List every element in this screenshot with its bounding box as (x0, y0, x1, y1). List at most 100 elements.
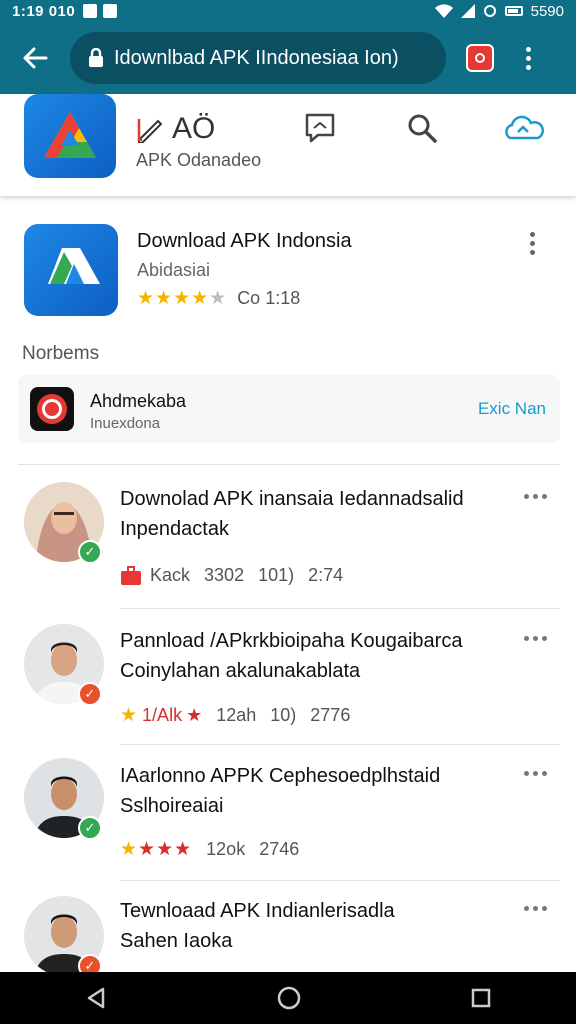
tool-label: AÖ (172, 112, 216, 145)
more-dot (524, 771, 529, 776)
sync-icon (483, 5, 496, 17)
app-toolbar: AÖ APK Odanadeo (0, 94, 576, 196)
cloud-icon[interactable] (504, 112, 544, 144)
tabs-button[interactable] (466, 44, 494, 72)
divider (120, 608, 560, 609)
more-dot (524, 906, 529, 911)
system-nav-bar (0, 972, 576, 1024)
more-dot (533, 906, 538, 911)
rating-stars-icon: ★★★★★ (137, 288, 228, 309)
meta-text: 12ok (206, 839, 246, 859)
divider (18, 464, 560, 465)
more-dot (533, 771, 538, 776)
url-text: Idownlbad APK IIndonesiaa Ion) (114, 46, 399, 69)
browser-menu-button[interactable] (518, 46, 538, 70)
item-more-button[interactable] (524, 906, 547, 911)
featured-subtitle: Abidasiai (137, 260, 211, 280)
item-title[interactable]: IAarlonno APPK Cephesoedplhstaid (120, 765, 440, 788)
item-meta: ★ 1/Alk ★ 12ah 10) 2776 (120, 704, 350, 727)
verified-badge-icon: ✓ (78, 816, 102, 840)
nav-recents-icon[interactable] (471, 988, 491, 1008)
more-dot (533, 636, 538, 641)
item-more-button[interactable] (524, 771, 547, 776)
featured-rating: ★★★★★ Co 1:18 (137, 287, 300, 310)
item-subtitle: Inpendactak (120, 518, 229, 540)
browser-bar: Idownlbad APK IIndonesiaa Ion) (0, 22, 576, 94)
notification-subtitle: Inuexdona (90, 415, 161, 432)
meta-text: 1/Alk (142, 705, 183, 725)
screen: 1:19 010 5590 Idownlbad APK IIndonesiaa … (0, 0, 576, 1024)
more-dot (530, 232, 535, 237)
status-right: 5590 (434, 2, 564, 20)
meta-text: 3302 (204, 565, 245, 585)
item-more-button[interactable] (524, 636, 547, 641)
lock-icon (88, 48, 104, 68)
more-dot (530, 241, 535, 246)
meta-text: 2:74 (308, 565, 344, 585)
status-bar: 1:19 010 5590 (0, 0, 576, 22)
chat-icon[interactable] (304, 112, 336, 144)
featured-app-icon[interactable] (24, 224, 118, 316)
notification-icon (83, 4, 98, 18)
more-dot (524, 494, 529, 499)
status-time: 1:19 010 (12, 2, 76, 20)
target-icon (30, 387, 74, 431)
tool-subtitle: APK Odanadeo (136, 150, 262, 170)
tabs-icon (475, 53, 485, 63)
battery-text: 5590 (530, 2, 564, 20)
item-more-button[interactable] (524, 494, 547, 499)
featured-more-button[interactable] (530, 232, 535, 255)
rating-stars-icon: ★★★★ (120, 839, 193, 860)
app-logo-icon[interactable] (24, 94, 116, 178)
back-button[interactable] (0, 22, 70, 94)
meta-text: 12ah (216, 705, 257, 725)
rating-text: Co 1:18 (237, 288, 301, 308)
nav-back-icon[interactable] (85, 987, 107, 1009)
item-meta: ★★★★ 12ok 2746 (120, 838, 299, 861)
wifi-icon (434, 4, 453, 18)
meta-text: 2746 (259, 839, 300, 859)
meta-text: 10) (270, 705, 297, 725)
arrow-left-icon (23, 47, 48, 69)
more-dot (533, 494, 538, 499)
nav-home-icon[interactable] (277, 986, 301, 1010)
meta-text: 2776 (310, 705, 351, 725)
more-dot (530, 250, 535, 255)
signal-icon (460, 4, 475, 18)
divider (120, 744, 560, 745)
item-title[interactable]: Tewnloaad APK Indianlerisadla (120, 900, 395, 923)
star-icon: ★ (186, 705, 203, 725)
meta-text: 101) (258, 565, 295, 585)
item-meta: Kack 3302 101) 2:74 (120, 565, 343, 586)
menu-dot (525, 46, 531, 52)
search-icon[interactable] (406, 112, 438, 144)
item-subtitle: Coinylahan akalunakablata (120, 660, 361, 682)
notification-title: Ahdmekaba (90, 391, 187, 411)
verified-badge-icon: ✓ (78, 682, 102, 706)
notification-action-link[interactable]: Exic Nan (478, 399, 546, 419)
shield-icon (103, 4, 118, 18)
app-toolbar-title[interactable]: AÖ (136, 112, 215, 146)
edit-icon (137, 119, 163, 143)
meta-text: Kack (150, 565, 191, 585)
featured-title[interactable]: Download APK Indonsia (137, 230, 352, 253)
more-dot (524, 636, 529, 641)
menu-dot (525, 64, 531, 70)
more-dot (542, 494, 547, 499)
notification-card[interactable]: Ahdmekaba Inuexdona Exic Nan (18, 375, 560, 443)
more-dot (542, 636, 547, 641)
battery-icon (504, 6, 523, 16)
menu-dot (525, 55, 531, 61)
star-icon: ★ (120, 705, 139, 726)
item-title[interactable]: Downolad APK inansaia Iedannadsalid (120, 488, 464, 511)
item-subtitle: Sslhoireaiai (120, 795, 224, 817)
section-label: Norbems (22, 343, 100, 364)
verified-badge-icon: ✓ (78, 540, 102, 564)
more-dot (542, 771, 547, 776)
more-dot (542, 906, 547, 911)
status-icons (83, 4, 118, 18)
url-bar[interactable]: Idownlbad APK IIndonesiaa Ion) (70, 32, 446, 84)
item-title[interactable]: Pannload /APkrkbioipaha Kougaibarca (120, 630, 462, 653)
divider (120, 880, 560, 881)
item-subtitle: Sahen Iaoka (120, 930, 233, 952)
